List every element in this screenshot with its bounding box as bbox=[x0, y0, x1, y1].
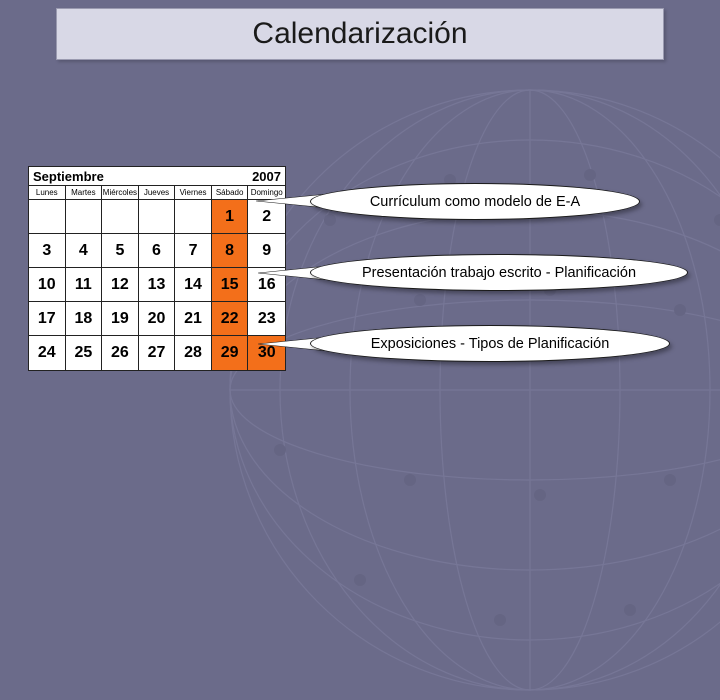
calendar-body: 1234567891011121314151617181920212223242… bbox=[29, 200, 285, 370]
calendar-cell: 22 bbox=[212, 302, 249, 336]
calendar-cell bbox=[139, 200, 176, 234]
calendar-cell: 15 bbox=[212, 268, 249, 302]
calendar-cell: 6 bbox=[139, 234, 176, 268]
calendar-day-header: Viernes bbox=[175, 186, 212, 199]
background-globe-grid bbox=[220, 80, 720, 700]
calendar-cell bbox=[66, 200, 103, 234]
calendar-header: Septiembre 2007 bbox=[29, 167, 285, 186]
calendar-day-header: Sábado bbox=[212, 186, 249, 199]
calendar-cell: 21 bbox=[175, 302, 212, 336]
calendar-cell: 19 bbox=[102, 302, 139, 336]
calendar-day-header: Domingo bbox=[248, 186, 285, 199]
calendar-cell: 1 bbox=[212, 200, 249, 234]
calendar-cell: 2 bbox=[248, 200, 285, 234]
calendar-day-header: Miércoles bbox=[102, 186, 139, 199]
slide-title: Calendarización bbox=[252, 17, 467, 51]
callout-1: Currículum como modelo de E-A bbox=[310, 183, 640, 220]
calendar-cell: 18 bbox=[66, 302, 103, 336]
callout-3-text: Exposiciones - Tipos de Planificación bbox=[371, 336, 610, 352]
calendar-cell: 14 bbox=[175, 268, 212, 302]
calendar-cell: 10 bbox=[29, 268, 66, 302]
slide-title-bar: Calendarización bbox=[56, 8, 664, 60]
calendar-cell: 23 bbox=[248, 302, 285, 336]
calendar-cell: 9 bbox=[248, 234, 285, 268]
calendar-cell: 3 bbox=[29, 234, 66, 268]
calendar-cell: 17 bbox=[29, 302, 66, 336]
calendar-cell: 29 bbox=[212, 336, 249, 370]
calendar-cell: 27 bbox=[139, 336, 176, 370]
calendar-cell: 28 bbox=[175, 336, 212, 370]
calendar-cell: 24 bbox=[29, 336, 66, 370]
calendar-cell: 30 bbox=[248, 336, 285, 370]
calendar-day-header: Martes bbox=[66, 186, 103, 199]
callout-1-text: Currículum como modelo de E-A bbox=[370, 194, 580, 210]
calendar-cell: 5 bbox=[102, 234, 139, 268]
calendar-cell: 4 bbox=[66, 234, 103, 268]
calendar-cell: 25 bbox=[66, 336, 103, 370]
calendar-cell bbox=[102, 200, 139, 234]
calendar-cell: 11 bbox=[66, 268, 103, 302]
calendar-cell: 12 bbox=[102, 268, 139, 302]
calendar-cell: 7 bbox=[175, 234, 212, 268]
calendar-cell bbox=[29, 200, 66, 234]
calendar-year: 2007 bbox=[252, 169, 281, 184]
callout-2-text: Presentación trabajo escrito - Planifica… bbox=[362, 265, 636, 281]
calendar-cell: 13 bbox=[139, 268, 176, 302]
calendar-day-header: Jueves bbox=[139, 186, 176, 199]
callout-2: Presentación trabajo escrito - Planifica… bbox=[310, 254, 688, 291]
calendar-cell: 20 bbox=[139, 302, 176, 336]
calendar-cell: 26 bbox=[102, 336, 139, 370]
calendar-cell bbox=[175, 200, 212, 234]
calendar-day-header: Lunes bbox=[29, 186, 66, 199]
calendar-cell: 16 bbox=[248, 268, 285, 302]
calendar-day-headers: LunesMartesMiércolesJuevesViernesSábadoD… bbox=[29, 186, 285, 200]
callout-3: Exposiciones - Tipos de Planificación bbox=[310, 325, 670, 362]
calendar-month: Septiembre bbox=[33, 169, 104, 184]
calendar: Septiembre 2007 LunesMartesMiércolesJuev… bbox=[28, 166, 286, 371]
calendar-cell: 8 bbox=[212, 234, 249, 268]
